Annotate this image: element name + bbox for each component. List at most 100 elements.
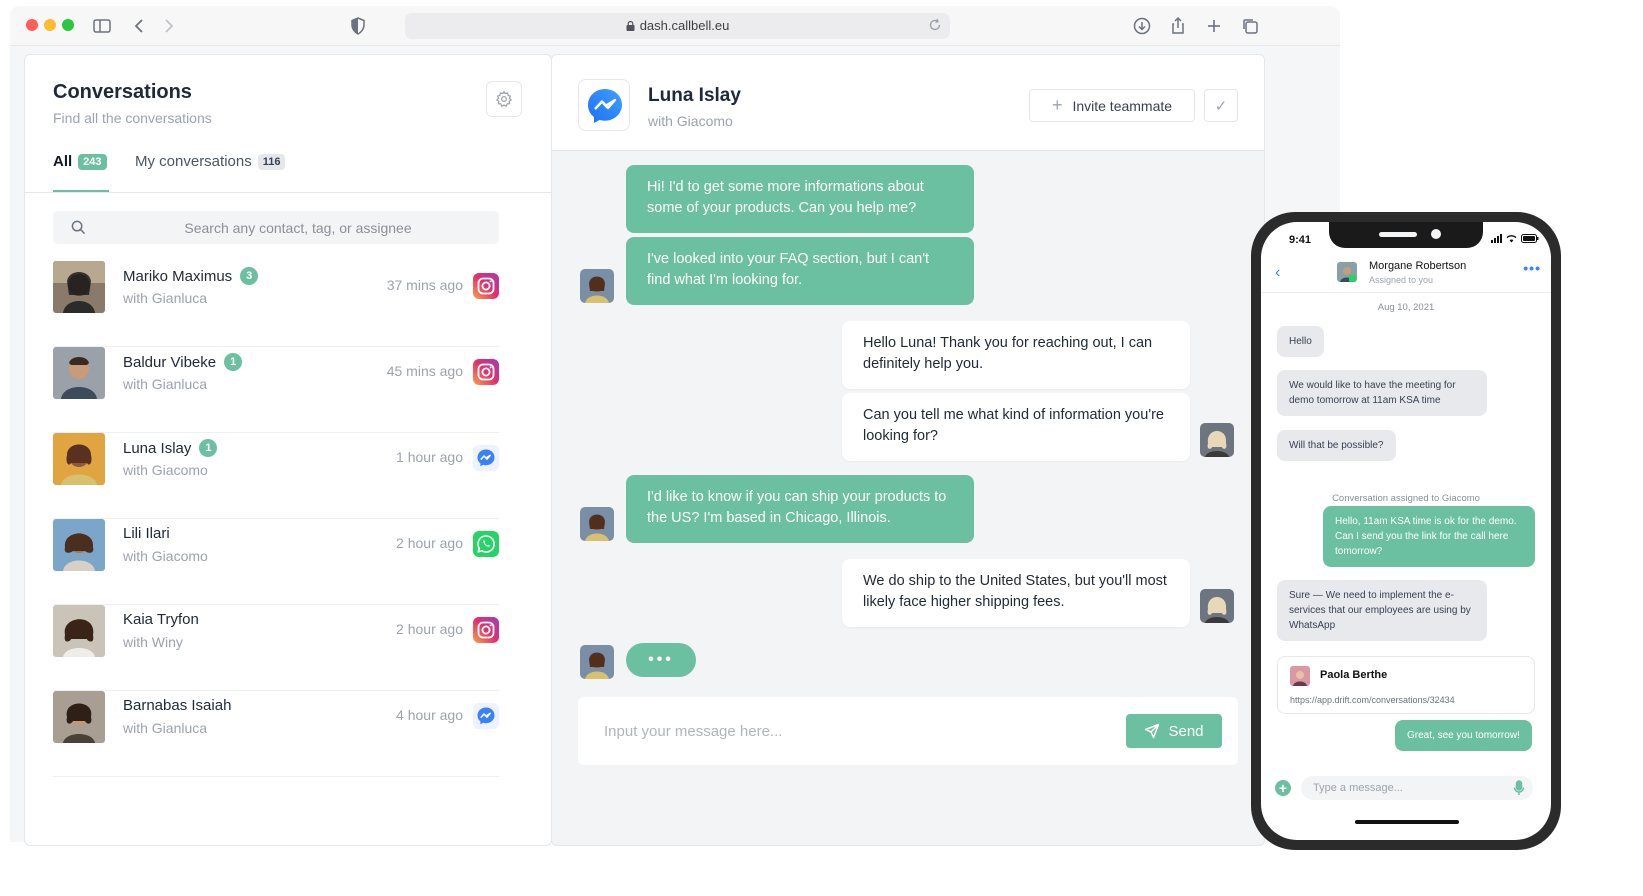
instagram-icon: [473, 359, 499, 385]
message-composer: Send: [578, 697, 1238, 765]
phone-screen: 9:41 ‹ Morgane Robertson Assigned to you…: [1261, 222, 1551, 840]
microphone-icon[interactable]: [1513, 780, 1525, 796]
contact-name: Mariko Maximus 3: [123, 267, 259, 285]
tab-all-label: All: [53, 153, 73, 170]
tab-my-conversations[interactable]: My conversations 116: [135, 153, 286, 170]
invite-teammate-button[interactable]: + Invite teammate: [1029, 89, 1195, 122]
settings-button[interactable]: [486, 81, 522, 117]
contact-name: Luna Islay 1: [123, 439, 218, 457]
date-separator: Aug 10, 2021: [1377, 302, 1435, 313]
conversation-row[interactable]: Lili Ilari with Giacomo 2 hour ago: [53, 519, 499, 605]
conversation-row[interactable]: Baldur Vibeke 1 with Gianluca 45 mins ago: [53, 347, 499, 433]
avatar: [53, 261, 105, 313]
avatar: [53, 605, 105, 657]
outgoing-message: Hello Luna! Thank you for reaching out, …: [842, 321, 1190, 389]
search-input[interactable]: [113, 211, 483, 244]
battery-icon: [1521, 234, 1539, 243]
address-bar[interactable]: dash.callbell.eu: [405, 13, 950, 39]
tab-my-conversations-label: My conversations: [135, 153, 252, 170]
more-options-icon[interactable]: •••: [1523, 260, 1541, 276]
unread-badge: 1: [199, 439, 218, 457]
send-button[interactable]: Send: [1126, 714, 1222, 748]
typing-indicator: •••: [626, 643, 696, 677]
tab-all-count-badge: 243: [78, 153, 107, 170]
outgoing-message: We do ship to the United States, but you…: [842, 559, 1190, 627]
search-box[interactable]: [53, 211, 499, 244]
share-icon[interactable]: [1166, 14, 1190, 38]
maximize-window-button[interactable]: [62, 19, 74, 31]
unread-badge: 1: [224, 353, 243, 371]
contact-name: Kaia Tryfon: [123, 611, 199, 628]
contact-name: Barnabas Isaiah: [123, 697, 232, 714]
url-text: dash.callbell.eu: [639, 18, 730, 33]
page-subtitle: Find all the conversations: [53, 110, 212, 126]
message-input[interactable]: [604, 697, 1104, 765]
phone-notch: [1329, 222, 1483, 248]
camera-icon: [1431, 229, 1441, 239]
contact-avatar: [580, 645, 614, 679]
conversation-row[interactable]: Kaia Tryfon with Winy 2 hour ago: [53, 605, 499, 691]
divider: [25, 192, 551, 193]
new-tab-icon[interactable]: [1202, 14, 1226, 38]
wifi-icon: [1507, 235, 1517, 243]
divider: [1261, 292, 1551, 293]
contact-avatar: [580, 507, 614, 541]
avatar: [53, 347, 105, 399]
page-title: Conversations: [53, 81, 192, 103]
outgoing-message: Hello, 11am KSA time is ok for the demo.…: [1323, 506, 1535, 567]
whatsapp-icon: [473, 531, 499, 557]
plus-icon: +: [1051, 95, 1063, 115]
chat-contact-name: Luna Islay: [648, 85, 741, 106]
reload-icon[interactable]: [928, 18, 942, 32]
minimize-window-button[interactable]: [44, 19, 56, 31]
download-icon[interactable]: [1130, 14, 1154, 38]
timestamp: 1 hour ago: [396, 449, 463, 465]
back-icon[interactable]: [128, 14, 152, 38]
sidebar-toggle-icon[interactable]: [90, 14, 114, 38]
assignee-text: with Winy: [123, 634, 183, 650]
tabs-overview-icon[interactable]: [1238, 14, 1262, 38]
avatar: [1337, 262, 1357, 282]
assignee-text: with Giacomo: [123, 462, 208, 478]
timestamp: 45 mins ago: [386, 363, 463, 379]
card-name: Paola Berthe: [1320, 669, 1388, 681]
phone-message-input[interactable]: [1301, 776, 1533, 800]
contact-name: Lili Ilari: [123, 525, 170, 542]
chat-header: Luna Islay with Giacomo + Invite teammat…: [552, 55, 1264, 151]
status-time: 9:41: [1289, 234, 1312, 246]
tab-all[interactable]: All 243: [53, 153, 107, 170]
conversation-row[interactable]: Mariko Maximus 3 with Gianluca 37 mins ag…: [53, 261, 499, 347]
shared-link-card[interactable]: Paola Berthe https://app.drift.com/conve…: [1277, 656, 1535, 714]
search-icon: [71, 220, 86, 235]
add-attachment-icon[interactable]: +: [1275, 780, 1291, 796]
timestamp: 2 hour ago: [396, 535, 463, 551]
conversation-row[interactable]: Barnabas Isaiah with Gianluca 4 hour ago: [53, 691, 499, 777]
home-indicator: [1355, 820, 1459, 824]
tab-my-conversations-count-badge: 116: [257, 153, 286, 170]
avatar: [53, 519, 105, 571]
send-icon: [1145, 723, 1160, 739]
messenger-icon: [473, 703, 499, 729]
assignee-text: with Gianluca: [123, 290, 208, 306]
outgoing-message: Great, see you tomorrow!: [1395, 720, 1532, 751]
phone-contact-name: Morgane Robertson: [1369, 260, 1467, 272]
incoming-message: Hello: [1277, 326, 1324, 357]
channel-logo: [578, 79, 630, 131]
timestamp: 2 hour ago: [396, 621, 463, 637]
card-link[interactable]: https://app.drift.com/conversations/3243…: [1290, 695, 1455, 705]
avatar: [1290, 666, 1310, 686]
back-icon[interactable]: ‹: [1275, 264, 1280, 282]
speaker-grille: [1379, 232, 1417, 237]
resolve-button[interactable]: ✓: [1204, 89, 1238, 122]
conversation-row[interactable]: Luna Islay 1 with Giacomo 1 hour ago: [53, 433, 499, 519]
incoming-message: Hi! I'd to get some more informations ab…: [626, 165, 974, 233]
forward-icon[interactable]: [156, 14, 180, 38]
chat-panel: Luna Islay with Giacomo + Invite teammat…: [551, 54, 1265, 846]
avatar: [53, 433, 105, 485]
close-window-button[interactable]: [26, 19, 38, 31]
invite-teammate-label: Invite teammate: [1072, 97, 1173, 114]
chat-assignee: with Giacomo: [648, 113, 733, 129]
shield-icon[interactable]: [346, 14, 370, 38]
agent-avatar: [1200, 589, 1234, 623]
phone-composer: +: [1261, 768, 1551, 808]
